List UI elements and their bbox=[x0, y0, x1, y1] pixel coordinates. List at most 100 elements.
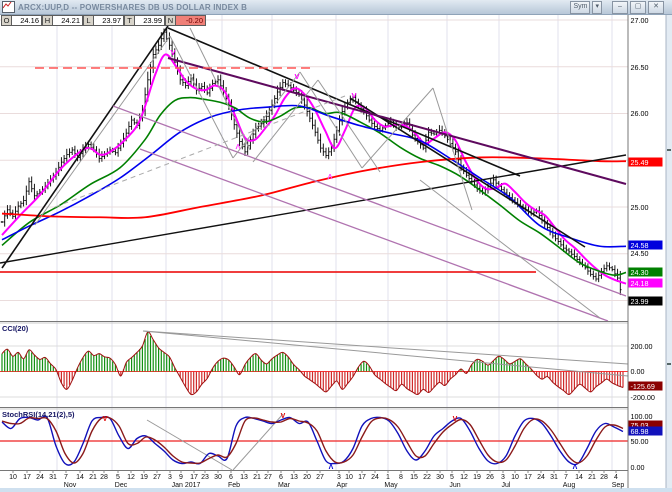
svg-text:Sep: Sep bbox=[612, 482, 625, 489]
svg-text:19: 19 bbox=[140, 474, 148, 481]
svg-text:50.00: 50.00 bbox=[631, 437, 649, 446]
svg-text:Jan 2017: Jan 2017 bbox=[172, 482, 201, 489]
svg-text:24.30: 24.30 bbox=[631, 268, 649, 277]
low-label: L bbox=[83, 15, 93, 26]
svg-text:30: 30 bbox=[214, 474, 222, 481]
svg-text:Apr: Apr bbox=[337, 482, 349, 489]
svg-text:200.00: 200.00 bbox=[631, 342, 653, 351]
chart-canvas[interactable]: VVVΛΛVVVΛΛ27.0026.5026.0025.4925.0024.58… bbox=[0, 0, 672, 492]
trade-label: T bbox=[124, 15, 134, 26]
svg-text:23.99: 23.99 bbox=[631, 297, 649, 306]
svg-text:17: 17 bbox=[358, 474, 366, 481]
svg-text:31: 31 bbox=[550, 474, 558, 481]
svg-text:-200.00: -200.00 bbox=[631, 393, 655, 402]
svg-text:5: 5 bbox=[116, 474, 120, 481]
svg-text:Nov: Nov bbox=[64, 482, 77, 489]
low-value: 23.97 bbox=[93, 15, 124, 26]
svg-text:Jun: Jun bbox=[449, 482, 460, 489]
svg-text:4: 4 bbox=[614, 474, 618, 481]
window-title: ARCX:UUP,D -- POWERSHARES DB US DOLLAR I… bbox=[18, 3, 568, 12]
svg-text:100.00: 100.00 bbox=[631, 412, 653, 421]
svg-text:24.18: 24.18 bbox=[631, 279, 649, 288]
svg-text:Λ: Λ bbox=[573, 464, 578, 471]
svg-text:3: 3 bbox=[337, 474, 341, 481]
svg-text:May: May bbox=[384, 482, 398, 489]
svg-text:10: 10 bbox=[511, 474, 519, 481]
maximize-button[interactable]: ▢ bbox=[630, 1, 646, 14]
open-value: 24.16 bbox=[11, 15, 42, 26]
sym-button[interactable]: Sym bbox=[570, 1, 590, 14]
svg-text:V: V bbox=[351, 91, 356, 100]
svg-text:28: 28 bbox=[100, 474, 108, 481]
svg-text:14: 14 bbox=[76, 474, 84, 481]
svg-text:0.00: 0.00 bbox=[631, 367, 645, 376]
svg-text:12: 12 bbox=[127, 474, 135, 481]
svg-text:Λ: Λ bbox=[327, 172, 332, 181]
high-label: H bbox=[42, 15, 52, 26]
cci-pane-label: CCI(20) bbox=[2, 324, 28, 333]
svg-text:21: 21 bbox=[588, 474, 596, 481]
svg-text:26.50: 26.50 bbox=[631, 63, 649, 72]
svg-text:21: 21 bbox=[89, 474, 97, 481]
svg-text:27.00: 27.00 bbox=[631, 16, 649, 25]
trade-value: 23.99 bbox=[134, 15, 165, 26]
svg-text:6: 6 bbox=[229, 474, 233, 481]
svg-text:17: 17 bbox=[524, 474, 532, 481]
net-change-value: -0.20 bbox=[175, 15, 206, 26]
svg-text:8: 8 bbox=[399, 474, 403, 481]
svg-text:7: 7 bbox=[564, 474, 568, 481]
high-value: 24.21 bbox=[52, 15, 83, 26]
svg-text:9: 9 bbox=[179, 474, 183, 481]
svg-text:13: 13 bbox=[290, 474, 298, 481]
svg-text:17: 17 bbox=[190, 474, 198, 481]
svg-text:Dec: Dec bbox=[115, 482, 128, 489]
chart-window-icon bbox=[2, 1, 15, 13]
svg-text:68.98: 68.98 bbox=[631, 427, 649, 436]
svg-text:V: V bbox=[294, 72, 299, 81]
svg-text:10: 10 bbox=[9, 474, 17, 481]
svg-text:6: 6 bbox=[279, 474, 283, 481]
svg-text:17: 17 bbox=[23, 474, 31, 481]
svg-text:23: 23 bbox=[201, 474, 209, 481]
svg-text:25.00: 25.00 bbox=[631, 203, 649, 212]
svg-text:10: 10 bbox=[345, 474, 353, 481]
svg-text:24: 24 bbox=[371, 474, 379, 481]
svg-text:V: V bbox=[103, 416, 108, 423]
svg-text:3: 3 bbox=[501, 474, 505, 481]
svg-text:26: 26 bbox=[486, 474, 494, 481]
svg-text:12: 12 bbox=[460, 474, 468, 481]
svg-text:21: 21 bbox=[253, 474, 261, 481]
svg-text:Λ: Λ bbox=[329, 464, 334, 471]
svg-text:Mar: Mar bbox=[278, 482, 291, 489]
stoch-pane-label: StochRSI(14,21(2),5) bbox=[2, 410, 75, 419]
svg-text:27: 27 bbox=[153, 474, 161, 481]
svg-text:13: 13 bbox=[240, 474, 248, 481]
svg-text:0.00: 0.00 bbox=[631, 463, 645, 472]
window-titlebar[interactable]: ARCX:UUP,D -- POWERSHARES DB US DOLLAR I… bbox=[0, 0, 672, 15]
ohlc-quote-bar: O 24.16 H 24.21 L 23.97 T 23.99 N -0.20 bbox=[1, 15, 206, 26]
svg-text:30: 30 bbox=[436, 474, 444, 481]
close-button[interactable]: ✕ bbox=[648, 1, 664, 14]
svg-text:27: 27 bbox=[316, 474, 324, 481]
svg-text:1: 1 bbox=[386, 474, 390, 481]
minimize-button[interactable]: – bbox=[612, 1, 628, 14]
svg-text:V: V bbox=[453, 416, 458, 423]
svg-text:15: 15 bbox=[410, 474, 418, 481]
net-label: N bbox=[165, 15, 175, 26]
svg-text:Jul: Jul bbox=[502, 482, 511, 489]
svg-text:26.00: 26.00 bbox=[631, 109, 649, 118]
open-label: O bbox=[1, 15, 11, 26]
svg-text:V: V bbox=[281, 413, 286, 420]
svg-text:27: 27 bbox=[264, 474, 272, 481]
svg-text:Λ: Λ bbox=[235, 142, 240, 151]
svg-text:28: 28 bbox=[600, 474, 608, 481]
svg-text:24: 24 bbox=[537, 474, 545, 481]
svg-text:14: 14 bbox=[575, 474, 583, 481]
symbol-dropdown-button[interactable]: ▾ bbox=[592, 1, 602, 14]
svg-text:V: V bbox=[170, 48, 175, 57]
svg-text:25.49: 25.49 bbox=[631, 158, 649, 167]
svg-text:24: 24 bbox=[36, 474, 44, 481]
svg-text:7: 7 bbox=[64, 474, 68, 481]
svg-text:22: 22 bbox=[423, 474, 431, 481]
svg-text:19: 19 bbox=[473, 474, 481, 481]
